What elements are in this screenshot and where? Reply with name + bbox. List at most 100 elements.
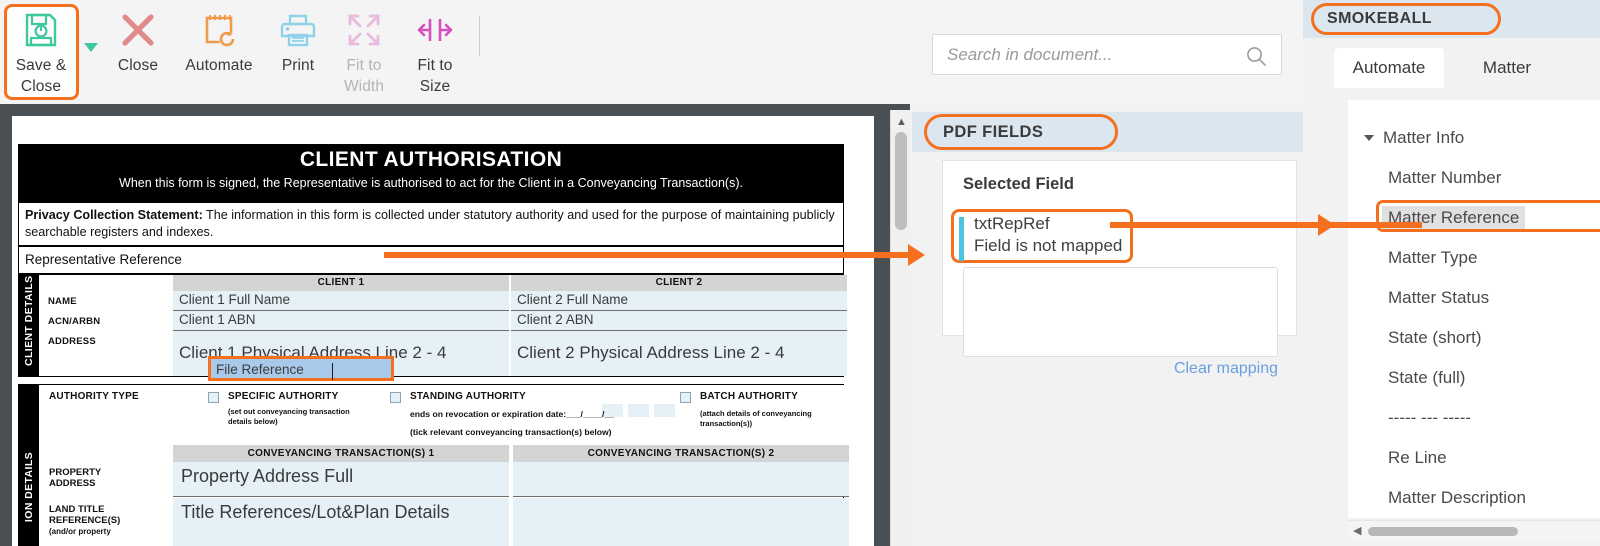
document-page[interactable]: CLIENT AUTHORISATION When this form is s… bbox=[12, 116, 874, 546]
file-reference-value: File Reference bbox=[216, 362, 304, 377]
search-in-document-field[interactable] bbox=[932, 34, 1282, 75]
standing-authority-label: STANDING AUTHORITY bbox=[410, 391, 526, 402]
tree-item-re-line[interactable]: Re Line bbox=[1388, 448, 1447, 468]
tab-automate[interactable]: Automate bbox=[1334, 48, 1444, 88]
batch-authority-note: (attach details of conveyancing transact… bbox=[700, 409, 812, 428]
annotation-arrow-1-head bbox=[908, 244, 925, 266]
search-icon[interactable] bbox=[1245, 45, 1267, 72]
transaction-details-block: ION DETAILS AUTHORITY TYPE SPECIFIC AUTH… bbox=[18, 384, 849, 546]
selected-field-title: Selected Field bbox=[963, 175, 1074, 193]
transaction-1-title-references: Title References/Lot&Plan Details bbox=[173, 498, 509, 546]
save-dropdown-caret-icon[interactable] bbox=[84, 43, 98, 52]
specific-authority-label: SPECIFIC AUTHORITY bbox=[228, 391, 339, 402]
land-title-label-line1: LAND TITLE bbox=[49, 504, 105, 515]
transaction-2-header: CONVEYANCING TRANSACTION(S) 2 bbox=[513, 445, 849, 462]
tree-group-matter-info[interactable]: Matter Info bbox=[1364, 128, 1464, 148]
tree-item-matter-description[interactable]: Matter Description bbox=[1388, 488, 1526, 508]
smokeball-scrollbar-thumb[interactable] bbox=[1368, 527, 1518, 536]
fit-to-width-label-line1: Fit to bbox=[346, 57, 382, 74]
tab-matter-label: Matter bbox=[1482, 58, 1532, 77]
fit-to-size-button[interactable]: Fit to Size bbox=[396, 6, 474, 96]
file-reference-field-highlight[interactable]: File Reference bbox=[208, 356, 394, 381]
client-details-block: CLIENT DETAILS NAME ACN/ARBN ADDRESS CLI… bbox=[18, 274, 847, 377]
automate-refresh-icon bbox=[197, 6, 241, 54]
tab-automate-label: Automate bbox=[1352, 58, 1426, 77]
annotation-arrow-2-head bbox=[1318, 214, 1335, 236]
selected-field-highlight[interactable]: txtRepRef Field is not mapped bbox=[951, 209, 1133, 263]
land-title-label-line3: (and/or property bbox=[49, 527, 111, 536]
fit-to-width-icon bbox=[342, 6, 386, 54]
row-label-address: ADDRESS bbox=[48, 336, 96, 347]
scrollbar-thumb[interactable] bbox=[895, 132, 907, 230]
row-label-acn: ACN/ARBN bbox=[48, 316, 101, 327]
tree-item-matter-type[interactable]: Matter Type bbox=[1388, 248, 1477, 268]
close-x-icon bbox=[116, 6, 160, 54]
smokeball-tabs: Automate Matter bbox=[1334, 48, 1600, 88]
document-title: CLIENT AUTHORISATION bbox=[299, 148, 563, 171]
smokeball-horizontal-scrollbar[interactable]: ◀ bbox=[1348, 520, 1600, 540]
transaction-2-property-address bbox=[513, 462, 849, 497]
fit-to-size-icon bbox=[413, 6, 457, 54]
expand-collapse-triangle-icon[interactable] bbox=[1364, 135, 1374, 141]
fit-to-width-button[interactable]: Fit to Width bbox=[325, 6, 403, 96]
automate-button[interactable]: Automate bbox=[180, 6, 258, 75]
transaction-details-side-label: ION DETAILS bbox=[19, 385, 39, 546]
print-label: Print bbox=[281, 57, 315, 74]
save-and-close-label-line1: Save & bbox=[15, 57, 67, 74]
client-details-side-label: CLIENT DETAILS bbox=[19, 275, 39, 376]
privacy-label: Privacy Collection Statement: bbox=[25, 208, 203, 222]
selected-field-accent-bar bbox=[959, 217, 964, 261]
client-2-name: Client 2 Full Name bbox=[511, 291, 847, 311]
fit-to-width-label-line2: Width bbox=[343, 78, 385, 95]
batch-authority-checkbox[interactable] bbox=[680, 392, 691, 403]
client-1-name: Client 1 Full Name bbox=[173, 291, 509, 311]
property-address-label: PROPERTY ADDRESS bbox=[49, 467, 101, 489]
tree-item-matter-status[interactable]: Matter Status bbox=[1388, 288, 1489, 308]
smokeball-panel: SMOKEBALL Automate Matter Matter Info Ma… bbox=[1303, 0, 1600, 546]
scroll-left-arrow-icon[interactable]: ◀ bbox=[1353, 524, 1361, 537]
search-input[interactable] bbox=[945, 43, 1235, 66]
tree-item-matter-number[interactable]: Matter Number bbox=[1388, 168, 1501, 188]
smokeball-header-label: SMOKEBALL bbox=[1327, 10, 1432, 27]
transaction-1-header: CONVEYANCING TRANSACTION(S) 1 bbox=[173, 445, 509, 462]
authority-type-row: AUTHORITY TYPE SPECIFIC AUTHORITY (set o… bbox=[40, 385, 844, 445]
mapping-drop-area[interactable] bbox=[963, 267, 1278, 357]
specific-authority-note: (set out conveyancing transaction detail… bbox=[228, 407, 350, 426]
editor-left-region: Save & Close Close Automate Print Fit to… bbox=[0, 0, 1303, 546]
tree-item-state-short[interactable]: State (short) bbox=[1388, 328, 1482, 348]
document-vertical-scrollbar[interactable]: ▲ bbox=[890, 110, 910, 546]
client-2-address: Client 2 Physical Address Line 2 - 4 bbox=[511, 331, 847, 376]
client-2-column: CLIENT 2 Client 2 Full Name Client 2 ABN… bbox=[511, 275, 847, 376]
tree-item-state-full[interactable]: State (full) bbox=[1388, 368, 1465, 388]
scroll-up-arrow-icon[interactable]: ▲ bbox=[896, 116, 907, 128]
batch-authority-label: BATCH AUTHORITY bbox=[700, 391, 798, 402]
property-address-label-line1: PROPERTY bbox=[49, 467, 102, 478]
close-button[interactable]: Close bbox=[99, 6, 177, 75]
tab-matter[interactable]: Matter bbox=[1452, 48, 1562, 88]
property-address-label-line2: ADDRESS bbox=[49, 478, 96, 489]
pdf-fields-header-label: PDF FIELDS bbox=[943, 122, 1044, 141]
conveyancing-transaction-headers: CONVEYANCING TRANSACTION(S) 1 CONVEYANCI… bbox=[40, 445, 849, 462]
client-1-header: CLIENT 1 bbox=[173, 275, 509, 291]
printer-icon bbox=[276, 6, 320, 54]
representative-reference-label: Representative Reference bbox=[25, 252, 182, 267]
document-subtitle: When this form is signed, the Representa… bbox=[119, 176, 743, 190]
save-and-close-button[interactable]: Save & Close bbox=[2, 6, 80, 96]
specific-authority-checkbox[interactable] bbox=[208, 392, 219, 403]
selected-field-card: Selected Field txtRepRef Field is not ma… bbox=[942, 160, 1297, 377]
clear-mapping-link[interactable]: Clear mapping bbox=[1174, 360, 1278, 378]
pdf-fields-header-highlight: PDF FIELDS bbox=[924, 114, 1118, 150]
transaction-2-title-references bbox=[513, 498, 849, 546]
annotation-arrow-1-line bbox=[384, 252, 910, 258]
tree-group-label: Matter Info bbox=[1383, 128, 1465, 147]
main-toolbar: Save & Close Close Automate Print Fit to… bbox=[0, 0, 1303, 104]
client-2-acn: Client 2 ABN bbox=[511, 311, 847, 331]
pdf-fields-panel: PDF FIELDS Selected Field txtRepRef Fiel… bbox=[912, 104, 1303, 546]
standing-authority-checkbox[interactable] bbox=[390, 392, 401, 403]
close-label: Close bbox=[117, 57, 159, 74]
authority-type-label: AUTHORITY TYPE bbox=[49, 391, 139, 402]
client-1-acn: Client 1 ABN bbox=[173, 311, 509, 331]
selected-field-name: txtRepRef bbox=[974, 214, 1050, 233]
standing-authority-note-2: (tick relevant conveyancing transaction(… bbox=[410, 427, 612, 437]
transaction-columns: PROPERTY ADDRESS LAND TITLE REFERENCE(S)… bbox=[40, 462, 849, 546]
